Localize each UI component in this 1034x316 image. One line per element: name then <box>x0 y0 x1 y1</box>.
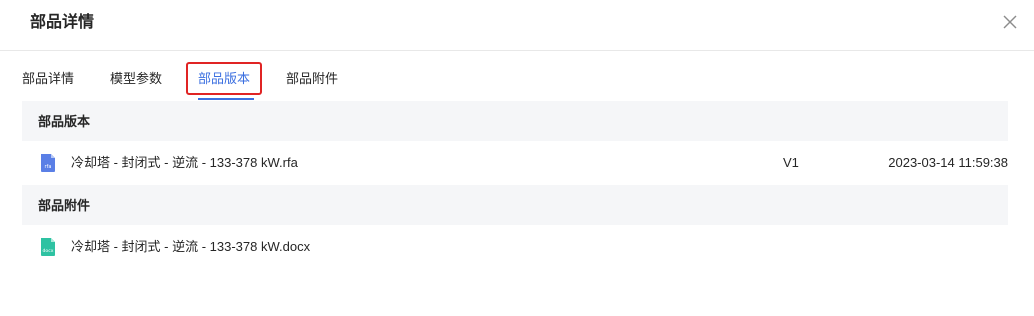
version-timestamp: 2023-03-14 11:59:38 <box>888 155 1008 170</box>
docx-file-icon: docx <box>40 238 56 256</box>
section-header-attachments: 部品附件 <box>22 185 1008 225</box>
tab-highlight-box <box>186 62 262 95</box>
section-title-attachments: 部品附件 <box>38 198 91 213</box>
version-file-name[interactable]: 冷却塔 - 封闭式 - 逆流 - 133-378 kW.rfa <box>71 154 298 172</box>
rfa-file-icon: rfa <box>40 154 56 172</box>
tab-model-parameters[interactable]: 模型参数 <box>110 70 162 88</box>
version-row: rfa 冷却塔 - 封闭式 - 逆流 - 133-378 kW.rfa V1 2… <box>22 141 1008 185</box>
attachment-row: docx 冷却塔 - 封闭式 - 逆流 - 133-378 kW.docx <box>22 225 1008 269</box>
version-number: V1 <box>783 155 799 170</box>
close-icon[interactable] <box>1003 15 1017 29</box>
section-title-versions: 部品版本 <box>38 114 91 129</box>
active-tab-indicator <box>198 98 254 100</box>
svg-text:rfa: rfa <box>45 164 52 170</box>
attachment-file-name[interactable]: 冷却塔 - 封闭式 - 逆流 - 133-378 kW.docx <box>71 238 310 256</box>
tab-bar: 部品详情 模型参数 部品版本 部品附件 <box>0 52 1034 100</box>
tab-part-attachments[interactable]: 部品附件 <box>286 70 338 88</box>
dialog-title: 部品详情 <box>30 14 95 31</box>
dialog-header: 部品详情 <box>0 0 1034 51</box>
tab-part-details[interactable]: 部品详情 <box>22 70 74 88</box>
section-header-versions: 部品版本 <box>22 101 1008 141</box>
svg-text:docx: docx <box>43 248 54 254</box>
